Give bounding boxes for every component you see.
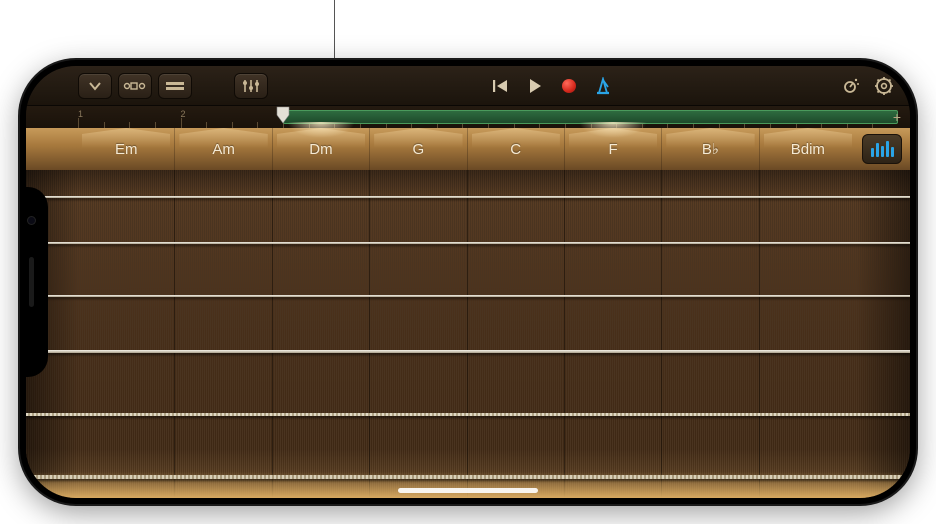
fret-column[interactable] <box>661 170 758 498</box>
play-icon <box>527 78 543 94</box>
fret-column[interactable] <box>369 170 466 498</box>
guitar-string[interactable] <box>26 242 910 244</box>
chevron-down-icon <box>88 81 102 91</box>
toolbar <box>26 66 910 106</box>
chord-label: F <box>608 141 617 158</box>
device-frame: 12345678 + Em Am Dm G C F B♭ Bdim <box>20 60 916 504</box>
dial-icon <box>840 77 860 95</box>
chord-label: Dm <box>309 141 332 158</box>
timeline-ruler[interactable]: 12345678 + <box>26 106 910 128</box>
fret-column[interactable] <box>759 170 856 498</box>
mixer-icon <box>242 79 260 93</box>
chord-strip: Em Am Dm G C F B♭ Bdim <box>26 128 910 170</box>
browser-button[interactable] <box>78 73 112 99</box>
chord-tab[interactable]: B♭ <box>661 128 758 170</box>
tracks-view-icon <box>123 80 147 92</box>
chord-tab[interactable]: C <box>467 128 564 170</box>
tracks-view-button[interactable] <box>118 73 152 99</box>
autoplay-bars-icon <box>871 141 894 157</box>
device-notch <box>20 187 48 377</box>
fx-button[interactable] <box>158 73 192 99</box>
guitar-string[interactable] <box>26 413 910 417</box>
transport-controls <box>487 73 617 99</box>
metronome-icon <box>594 77 612 95</box>
fret-column[interactable] <box>272 170 369 498</box>
settings-button[interactable] <box>870 73 898 99</box>
record-button[interactable] <box>555 73 583 99</box>
home-indicator[interactable] <box>398 488 538 493</box>
add-section-button[interactable]: + <box>888 108 906 126</box>
record-icon <box>562 79 576 93</box>
guitar-string[interactable] <box>26 295 910 298</box>
fretboard-edge <box>856 170 910 498</box>
guitar-string[interactable] <box>26 350 910 353</box>
chord-label: Am <box>212 141 235 158</box>
playhead[interactable] <box>276 106 290 128</box>
fret-column[interactable] <box>564 170 661 498</box>
autoplay-button[interactable] <box>862 134 902 164</box>
fx-icon <box>165 80 185 92</box>
chord-label: Em <box>115 141 138 158</box>
master-effects-button[interactable] <box>836 73 864 99</box>
chord-tab[interactable]: Dm <box>272 128 369 170</box>
chord-tab[interactable]: F <box>564 128 661 170</box>
app-screen: 12345678 + Em Am Dm G C F B♭ Bdim <box>26 66 910 498</box>
fret-column[interactable] <box>78 170 174 498</box>
chord-tab[interactable]: Em <box>78 128 174 170</box>
play-button[interactable] <box>521 73 549 99</box>
chord-tab[interactable]: G <box>369 128 466 170</box>
go-to-start-icon <box>492 79 510 93</box>
chord-label: B♭ <box>702 140 719 158</box>
go-to-start-button[interactable] <box>487 73 515 99</box>
mixer-button[interactable] <box>234 73 268 99</box>
fret-column[interactable] <box>174 170 271 498</box>
fret-column[interactable] <box>467 170 564 498</box>
chord-tab[interactable]: Am <box>174 128 271 170</box>
chord-label: C <box>510 141 521 158</box>
metronome-button[interactable] <box>589 73 617 99</box>
fretboard[interactable] <box>26 170 910 498</box>
cycle-region[interactable] <box>283 110 898 124</box>
gear-icon <box>874 76 894 96</box>
chord-label: G <box>412 141 424 158</box>
chord-tab[interactable]: Bdim <box>759 128 856 170</box>
guitar-string[interactable] <box>26 196 910 198</box>
guitar-string[interactable] <box>26 475 910 479</box>
chord-label: Bdim <box>791 141 825 158</box>
